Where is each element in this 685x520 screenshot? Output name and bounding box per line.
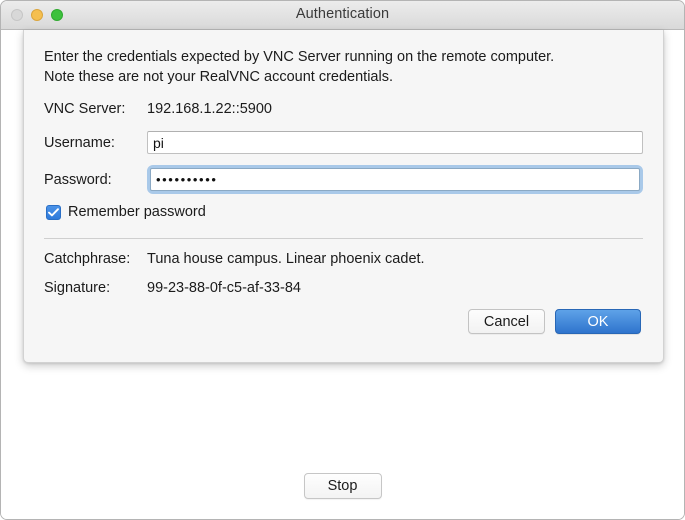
window-body: Enter the credentials expected by VNC Se… — [1, 30, 684, 519]
username-input[interactable] — [147, 131, 643, 155]
vnc-server-row: VNC Server: 192.168.1.22::5900 — [44, 101, 643, 117]
remember-password-checkbox[interactable] — [46, 204, 61, 220]
signature-row: Signature: 99-23-88-0f-c5-af-33-84 — [44, 280, 643, 296]
catchphrase-value: Tuna house campus. Linear phoenix cadet. — [147, 251, 425, 268]
vnc-server-label: VNC Server: — [44, 101, 126, 118]
checkmark-icon — [48, 207, 59, 216]
cancel-button[interactable]: Cancel — [468, 309, 545, 335]
dialog-description: Enter the credentials expected by VNC Se… — [44, 48, 643, 87]
window-titlebar: Authentication — [1, 1, 684, 30]
authentication-window: Authentication Enter the credentials exp… — [0, 0, 685, 520]
username-row: Username: — [44, 131, 643, 155]
catchphrase-row: Catchphrase: Tuna house campus. Linear p… — [44, 251, 643, 267]
signature-value: 99-23-88-0f-c5-af-33-84 — [147, 280, 301, 297]
stop-button-area: Stop — [1, 473, 684, 499]
ok-button[interactable]: OK — [555, 309, 641, 335]
password-input[interactable] — [150, 168, 640, 192]
authentication-dialog-sheet: Enter the credentials expected by VNC Se… — [23, 30, 664, 363]
dialog-description-line-1: Enter the credentials expected by VNC Se… — [44, 49, 555, 65]
vnc-server-value: 192.168.1.22::5900 — [147, 101, 272, 118]
password-label: Password: — [44, 171, 112, 188]
username-label: Username: — [44, 134, 115, 151]
dialog-button-bar: Cancel OK — [44, 309, 643, 335]
password-row: Password: — [44, 165, 643, 195]
section-divider — [44, 238, 643, 240]
stop-button[interactable]: Stop — [303, 473, 382, 499]
password-focus-ring — [147, 165, 643, 195]
signature-label: Signature: — [44, 280, 111, 297]
remember-password-label: Remember password — [68, 204, 206, 221]
catchphrase-label: Catchphrase: — [44, 251, 131, 268]
dialog-content: Enter the credentials expected by VNC Se… — [24, 30, 663, 335]
window-title: Authentication — [295, 6, 390, 22]
dialog-description-line-2: Note these are not your RealVNC account … — [44, 68, 393, 85]
remember-password-row[interactable]: Remember password — [46, 204, 643, 224]
